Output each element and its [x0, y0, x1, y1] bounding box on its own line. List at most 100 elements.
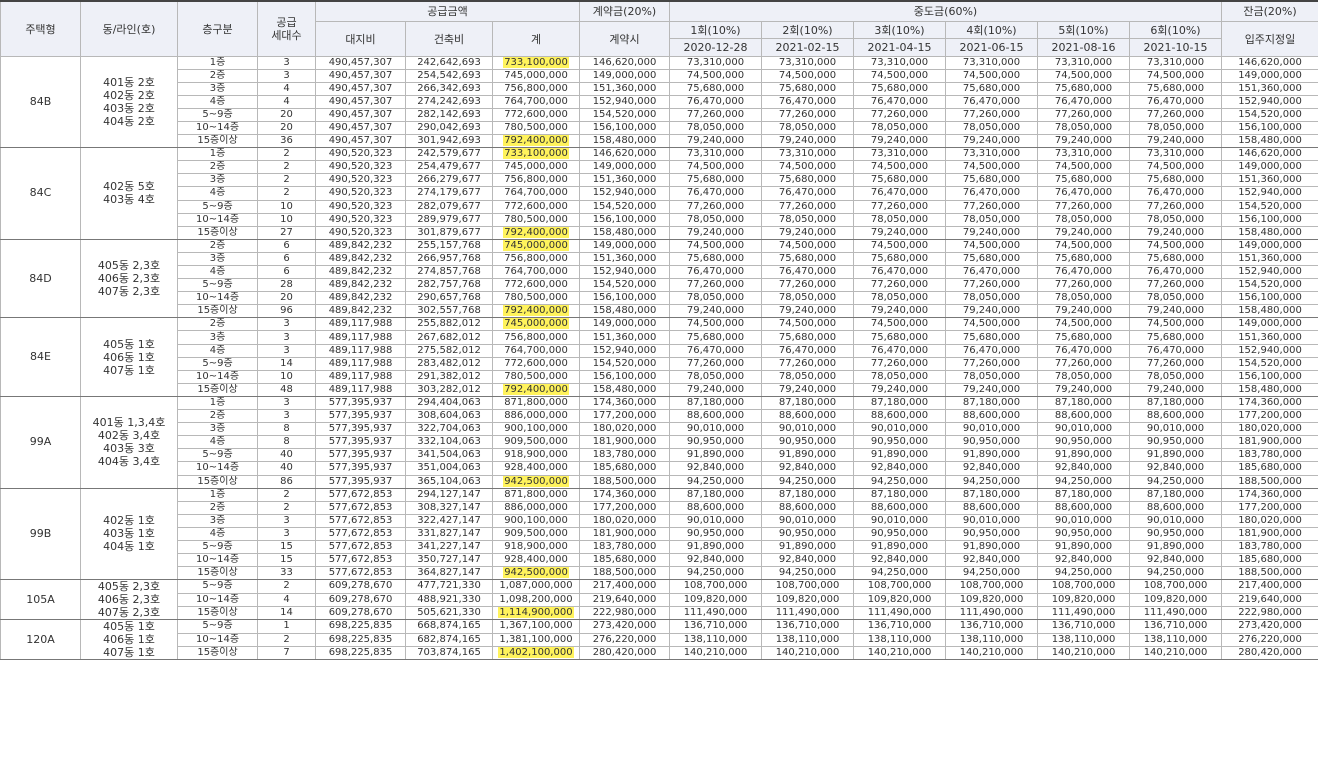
total-cell: 756,800,000 [492, 330, 580, 345]
middle-6-cell: 75,680,000 [1129, 173, 1222, 188]
middle-2-cell: 90,010,000 [761, 422, 854, 437]
table-row: 5~9층 20 490,457,307 282,142,693 772,600,000 1… [1, 107, 1318, 122]
land-cell: 490,457,307 [315, 81, 406, 96]
total-cell: 733,100,000 [492, 147, 580, 162]
floor-cell: 10~14층 [177, 212, 258, 227]
middle-3-cell: 76,470,000 [853, 186, 946, 201]
contract-cell: 177,200,000 [579, 500, 670, 515]
middle-4-cell: 78,050,000 [945, 369, 1038, 384]
dong-line-cell: 402동 1호 403동 1호 404동 1호 [80, 487, 178, 581]
total-value: 764,700,000 [504, 187, 568, 199]
middle-3-cell: 140,210,000 [853, 645, 946, 661]
middle-5-cell: 76,470,000 [1037, 94, 1130, 109]
middle-5-cell: 138,110,000 [1037, 632, 1130, 647]
contract-cell: 158,480,000 [579, 382, 670, 397]
header-floor: 층구분 [177, 0, 258, 57]
header-inst-4: 4회(10%) [945, 20, 1038, 39]
total-value: 871,800,000 [504, 396, 568, 408]
balance-cell: 152,940,000 [1221, 94, 1318, 109]
header-supply-price: 공급금액 [315, 0, 580, 22]
table-row: 10~14층 2 698,225,835 682,874,165 1,381,100,0… [1, 632, 1318, 647]
floor-cell: 3층 [177, 251, 258, 267]
floor-cell: 15층이상 [177, 566, 258, 581]
middle-2-cell: 138,110,000 [761, 632, 854, 647]
header-dong-line: 동/라인(호) [80, 0, 178, 57]
floor-cell: 4층 [177, 343, 258, 358]
house-type-cell: 84C [0, 147, 81, 240]
total-value: 745,000,000 [504, 161, 568, 173]
units-cell: 1 [257, 619, 316, 634]
header-supply-units: 공급 세대수 [257, 0, 316, 57]
middle-4-cell: 78,050,000 [945, 212, 1038, 227]
middle-5-cell: 75,680,000 [1037, 173, 1130, 188]
building-cell: 488,921,330 [405, 592, 493, 607]
table-row: 4층 8 577,395,937 332,104,063 909,500,000 181,… [1, 435, 1318, 450]
middle-4-cell: 90,950,000 [945, 435, 1038, 450]
middle-6-cell: 74,500,000 [1129, 160, 1222, 175]
middle-1-cell: 90,010,000 [669, 422, 762, 437]
middle-4-cell: 90,950,000 [945, 526, 1038, 541]
total-cell: 886,000,000 [492, 500, 580, 515]
contract-cell: 217,400,000 [579, 579, 670, 594]
total-cell: 1,087,000,000 [492, 579, 580, 594]
middle-4-cell: 138,110,000 [945, 632, 1038, 647]
middle-1-cell: 74,500,000 [669, 317, 762, 332]
middle-3-cell: 76,470,000 [853, 264, 946, 280]
units-cell: 4 [257, 94, 316, 109]
middle-2-cell: 78,050,000 [761, 291, 854, 306]
total-highlighted: 745,000,000 [503, 318, 569, 330]
middle-1-cell: 78,050,000 [669, 291, 762, 306]
building-cell: 668,874,165 [405, 619, 493, 634]
table-row: 10~14층 10 490,520,323 289,979,677 780,500,00… [1, 212, 1318, 227]
middle-5-cell: 74,500,000 [1037, 160, 1130, 175]
middle-6-cell: 75,680,000 [1129, 251, 1222, 267]
header-inst-3-date: 2021-04-15 [853, 37, 946, 57]
total-cell: 871,800,000 [492, 395, 580, 411]
middle-2-cell: 74,500,000 [761, 68, 854, 83]
units-cell: 3 [257, 409, 316, 424]
building-cell: 274,242,693 [405, 94, 493, 109]
total-cell: 780,500,000 [492, 120, 580, 136]
land-cell: 577,395,937 [315, 461, 406, 476]
middle-3-cell: 76,470,000 [853, 343, 946, 358]
middle-1-cell: 140,210,000 [669, 645, 762, 661]
balance-cell: 183,780,000 [1221, 448, 1318, 463]
table-row: 84B 401동 2호 402동 2호 403동 2호 404동 2호 1층 3 490,45… [0, 55, 1318, 149]
middle-4-cell: 74,500,000 [945, 317, 1038, 332]
middle-2-cell: 90,950,000 [761, 435, 854, 450]
dong-line-item: 403동 4호 [103, 193, 155, 207]
middle-4-cell: 74,500,000 [945, 160, 1038, 175]
middle-1-cell: 74,500,000 [669, 238, 762, 253]
balance-cell: 276,220,000 [1221, 632, 1318, 647]
building-cell: 242,579,677 [405, 147, 493, 162]
house-type-cell: 99B [0, 487, 81, 581]
building-cell: 294,127,147 [405, 487, 493, 502]
middle-2-cell: 79,240,000 [761, 382, 854, 397]
middle-5-cell: 74,500,000 [1037, 238, 1130, 253]
total-cell: 745,000,000 [492, 238, 580, 253]
balance-cell: 181,900,000 [1221, 526, 1318, 541]
table-row: 3층 8 577,395,937 322,704,063 900,100,000 180,… [1, 422, 1318, 437]
building-cell: 301,942,693 [405, 134, 493, 149]
middle-1-cell: 87,180,000 [669, 487, 762, 502]
total-cell: 928,400,000 [492, 553, 580, 568]
contract-cell: 185,680,000 [579, 553, 670, 568]
building-cell: 303,282,012 [405, 382, 493, 397]
building-cell: 282,079,677 [405, 199, 493, 214]
units-cell: 3 [257, 513, 316, 528]
units-cell: 2 [257, 173, 316, 188]
building-cell: 274,179,677 [405, 186, 493, 201]
table-row: 2층 3 490,457,307 254,542,693 745,000,000 149,… [1, 68, 1318, 83]
middle-5-cell: 136,710,000 [1037, 619, 1130, 634]
middle-2-cell: 76,470,000 [761, 343, 854, 358]
middle-5-cell: 73,310,000 [1037, 147, 1130, 162]
balance-cell: 156,100,000 [1221, 369, 1318, 384]
building-cell: 332,104,063 [405, 435, 493, 450]
land-cell: 490,520,323 [315, 212, 406, 227]
building-cell: 322,427,147 [405, 513, 493, 528]
land-cell: 489,117,988 [315, 382, 406, 397]
table-row: 15층이상 7 698,225,835 703,874,165 1,402,100,00… [1, 645, 1318, 661]
middle-5-cell: 92,840,000 [1037, 461, 1130, 476]
total-cell: 1,381,100,000 [492, 632, 580, 647]
land-cell: 609,278,670 [315, 579, 406, 594]
